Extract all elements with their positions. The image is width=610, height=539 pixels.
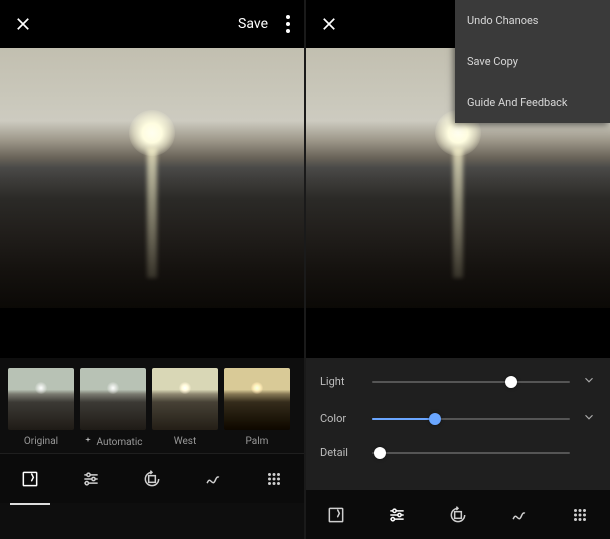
filters-row[interactable]: Original Automatic West Palm [0,358,304,453]
filter-west[interactable]: West [152,368,218,449]
close-icon[interactable] [320,15,338,33]
filters-panel: Original Automatic West Palm [0,358,304,539]
editor-screen-filters: Save Original Automatic [0,0,304,539]
tool-adjust-icon[interactable] [77,465,105,493]
tool-markup-icon[interactable] [199,465,227,493]
photo-preview [0,48,304,358]
chevron-down-icon[interactable] [574,372,604,391]
adjust-light-row: Light [320,372,604,391]
tool-filters-icon[interactable] [16,465,44,493]
adjust-detail-label: Detail [320,446,368,459]
editor-screen-adjust: Undo Chanoes Save Copy Guide And Feedbac… [306,0,610,539]
filter-palm[interactable]: Palm [224,368,290,449]
auto-sparkle-icon [83,436,93,449]
menu-save-copy[interactable]: Save Copy [455,41,610,82]
tools-row [0,453,304,503]
tool-markup-icon[interactable] [505,501,533,529]
menu-guide-feedback[interactable]: Guide And Feedback [455,82,610,123]
tool-more-icon[interactable] [260,465,288,493]
filter-original[interactable]: Original [8,368,74,449]
top-bar: Save [0,0,304,48]
filter-automatic[interactable]: Automatic [80,368,146,449]
menu-undo-changes[interactable]: Undo Chanoes [455,0,610,41]
tool-filters-icon[interactable] [322,501,350,529]
tool-more-icon[interactable] [566,501,594,529]
tools-row [306,489,610,539]
detail-slider[interactable] [372,452,570,454]
adjust-panel: Light Color Detail [306,358,610,489]
adjust-color-label: Color [320,412,368,425]
tool-adjust-icon[interactable] [383,501,411,529]
light-slider[interactable] [372,381,570,383]
save-button[interactable]: Save [238,16,268,32]
tool-crop-rotate-icon[interactable] [444,501,472,529]
more-icon[interactable] [286,15,290,33]
color-slider[interactable] [372,418,570,420]
adjust-light-label: Light [320,375,368,388]
tool-crop-rotate-icon[interactable] [138,465,166,493]
chevron-down-icon[interactable] [574,409,604,428]
close-icon[interactable] [14,15,32,33]
overflow-menu: Undo Chanoes Save Copy Guide And Feedbac… [455,0,610,123]
adjust-detail-row: Detail [320,446,604,459]
adjust-color-row: Color [320,409,604,428]
